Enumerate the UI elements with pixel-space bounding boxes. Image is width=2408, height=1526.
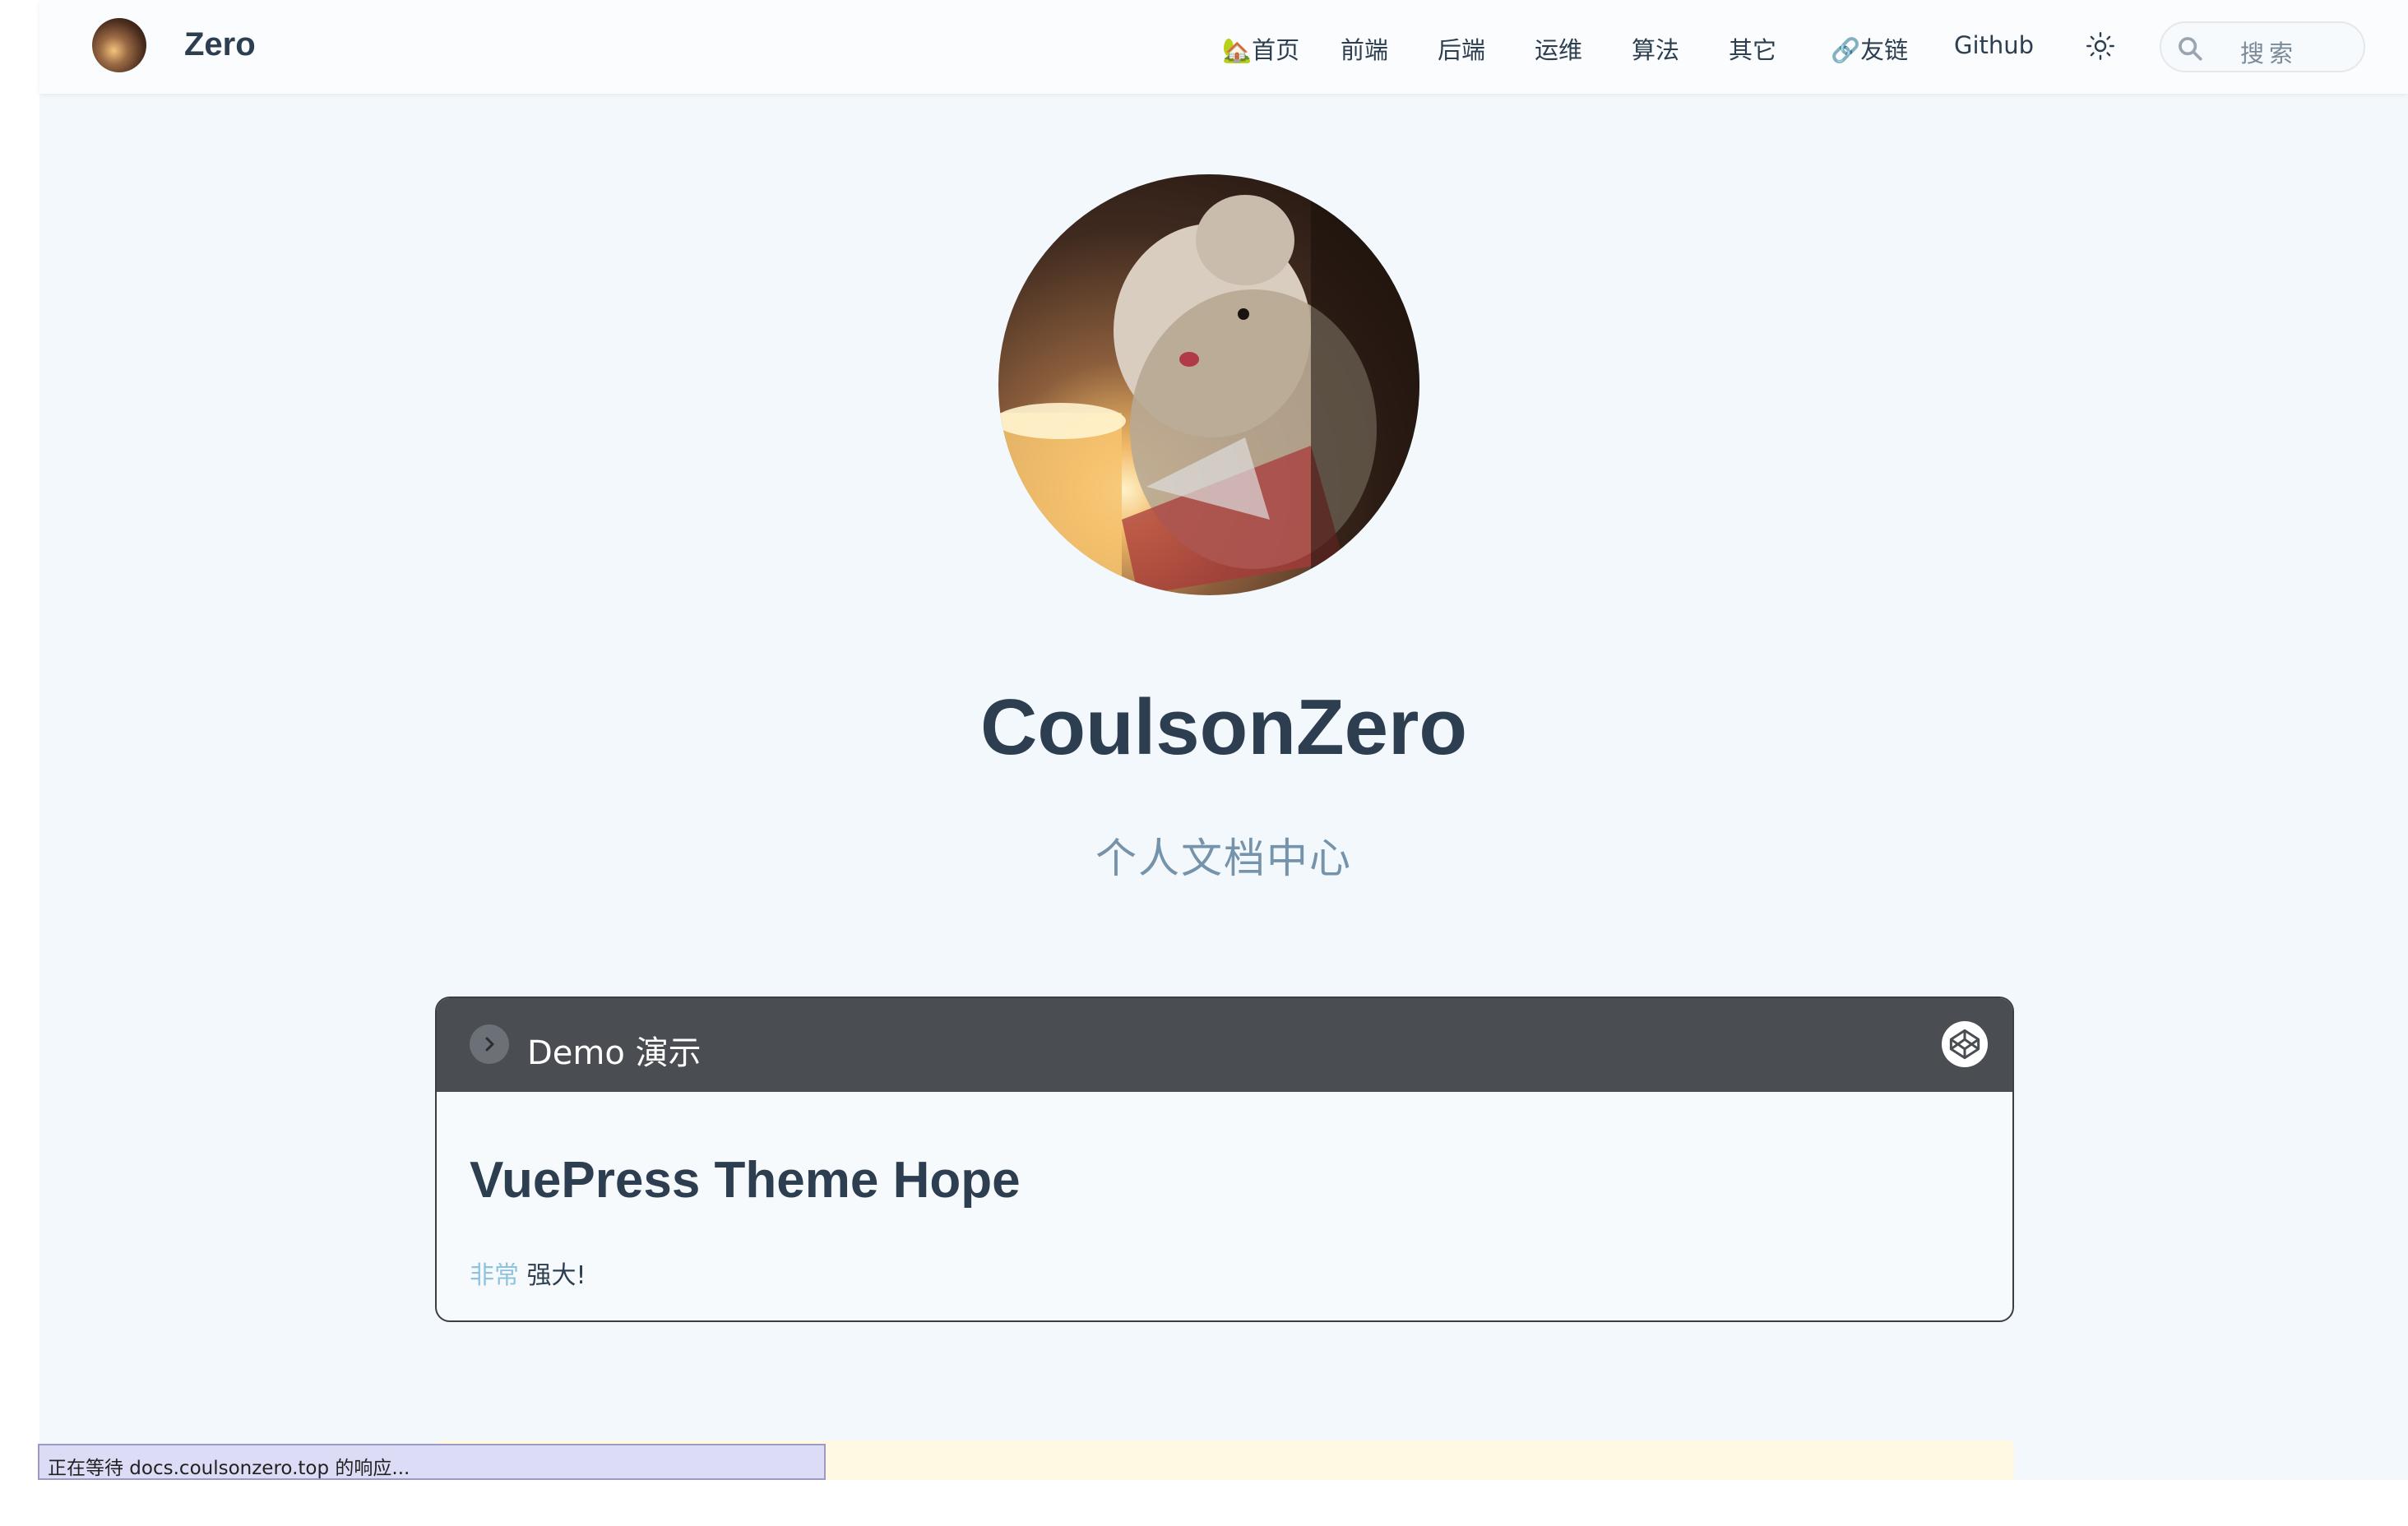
hero-tagline: 个人文档中心 — [1095, 835, 1352, 882]
demo-expand-button[interactable] — [470, 1024, 509, 1064]
search-icon — [2179, 37, 2202, 61]
search-placeholder: 搜索 — [2240, 39, 2299, 67]
nav-item-others[interactable]: 其它 — [1729, 31, 1776, 66]
sun-icon — [2086, 32, 2114, 60]
nav-item-friend-links[interactable]: 🔗友链 — [1831, 31, 1908, 66]
demo-text: 非常 强大! — [470, 1255, 586, 1291]
window-edge — [0, 0, 39, 1526]
nav-item-home[interactable]: 🏡首页 — [1222, 31, 1299, 66]
theme-toggle-button[interactable] — [2084, 30, 2117, 62]
search-input[interactable]: 搜索 — [2160, 21, 2365, 72]
nav-item-frontend[interactable]: 前端 — [1341, 31, 1388, 66]
chevron-right-icon — [485, 1037, 494, 1052]
codepen-icon — [1949, 1029, 1980, 1060]
hero-title: CoulsonZero — [980, 683, 1467, 771]
navbar: Zero 🏡首页 前端 后端 运维 算法 其它 🔗友链 Github 搜索 — [39, 0, 2408, 94]
avatar-photo — [998, 174, 1419, 595]
hero-avatar — [998, 174, 1419, 595]
demo-text-rest: 强大! — [519, 1261, 586, 1290]
browser-status-bar: 正在等待 docs.coulsonzero.top 的响应... — [38, 1444, 826, 1480]
demo-text-accent: 非常 — [470, 1261, 519, 1290]
demo-header: Demo 演示 — [437, 998, 2012, 1092]
brand-logo[interactable] — [92, 18, 146, 72]
demo-card: Demo 演示 VuePress Theme Hope 非常 强大! — [435, 997, 2014, 1322]
nav-item-github[interactable]: Github — [1954, 31, 2034, 59]
codepen-button[interactable] — [1942, 1021, 1988, 1067]
nav-item-ops[interactable]: 运维 — [1535, 31, 1582, 66]
demo-title: Demo 演示 — [527, 1034, 702, 1072]
page: Zero 🏡首页 前端 后端 运维 算法 其它 🔗友链 Github 搜索 Co… — [39, 0, 2408, 1480]
demo-heading: VuePress Theme Hope — [470, 1152, 1021, 1209]
nav-item-algorithm[interactable]: 算法 — [1632, 31, 1679, 66]
nav-item-backend[interactable]: 后端 — [1438, 31, 1485, 66]
brand-name[interactable]: Zero — [184, 26, 256, 63]
